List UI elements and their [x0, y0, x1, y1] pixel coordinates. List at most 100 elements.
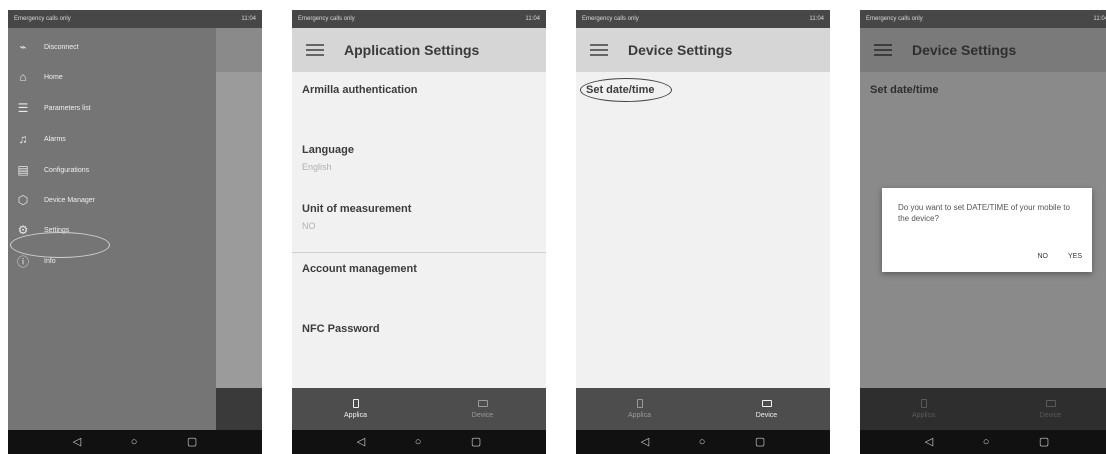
setting-armilla-authentication[interactable]: Armilla authentication: [302, 84, 536, 96]
drawer-item-label: Device Manager: [44, 196, 95, 204]
status-bar: Emergency calls only 11:04: [860, 10, 1106, 28]
no-button[interactable]: NO: [1037, 253, 1048, 260]
divider: [292, 252, 546, 253]
page-title: Device Settings: [912, 42, 1017, 58]
setting-value: NO: [302, 221, 316, 231]
bottom-tab-bar: Applica Device: [292, 388, 546, 430]
dialog-actions: NO YES: [1037, 253, 1082, 260]
device-icon: [761, 399, 772, 407]
setting-nfc-password[interactable]: NFC Password: [302, 323, 536, 335]
back-icon[interactable]: ◁: [73, 436, 81, 448]
menu-icon[interactable]: [306, 44, 324, 56]
list-icon: ☰: [17, 101, 29, 115]
info-icon: ⓘ: [16, 254, 29, 269]
page-title: Device Settings: [628, 42, 733, 58]
drawer-item-label: Disconnect: [44, 43, 79, 51]
yes-button[interactable]: YES: [1068, 253, 1082, 260]
system-nav-bar: ◁ ○ ▢: [576, 430, 830, 454]
setting-label: Account management: [302, 263, 417, 275]
tab-label: Applica: [344, 412, 367, 419]
drawer-item-parameters-list[interactable]: ☰ Parameters list: [16, 101, 91, 115]
app-bar: Application Settings: [292, 28, 546, 72]
status-carrier: Emergency calls only: [582, 16, 639, 22]
recent-apps-icon[interactable]: ▢: [755, 436, 765, 448]
drawer-item-configurations[interactable]: ▤ Configurations: [16, 163, 89, 177]
tab-label: Applica: [912, 412, 935, 419]
drawer-item-label: Home: [44, 73, 63, 81]
phone-icon: [636, 399, 643, 408]
system-nav-bar: ◁ ○ ▢: [860, 430, 1106, 454]
status-carrier: Emergency calls only: [866, 16, 923, 22]
app-bar: Device Settings: [576, 28, 830, 72]
status-bar: Emergency calls only 11:04: [8, 10, 262, 28]
bell-icon: ♫: [18, 132, 28, 146]
clipboard-icon: ▤: [17, 163, 29, 177]
recent-apps-icon[interactable]: ▢: [187, 436, 197, 448]
bottom-tab-bar: Applica Device: [576, 388, 830, 430]
drawer-item-label: Info: [44, 257, 56, 265]
setting-unit-of-measurement[interactable]: Unit of measurement NO: [302, 203, 536, 231]
status-time: 11:04: [241, 16, 256, 22]
bottom-tab-bar: Applica Device: [860, 388, 1106, 430]
drawer-item-label: Configurations: [44, 166, 90, 174]
setting-value: English: [302, 162, 332, 172]
system-nav-bar: ◁ ○ ▢: [292, 430, 546, 454]
drawer-item-device-manager[interactable]: ⬡ Device Manager: [16, 193, 95, 207]
tab-applica[interactable]: Applica: [576, 388, 703, 430]
drawer-item-label: Alarms: [44, 135, 66, 143]
drawer-item-disconnect[interactable]: ⌁ Disconnect: [16, 40, 79, 54]
menu-icon: [874, 44, 892, 56]
drawer-scrim[interactable]: [216, 28, 262, 430]
phone-icon: [352, 399, 359, 408]
app-bar: Device Settings: [860, 28, 1106, 72]
phone-screen-menu: Emergency calls only 11:04 ⌁ Disconnect …: [8, 10, 262, 454]
back-icon[interactable]: ◁: [357, 436, 365, 448]
highlight-ellipse: [580, 78, 672, 102]
home-circle-icon[interactable]: ○: [699, 436, 706, 448]
tab-label: Applica: [628, 412, 651, 419]
status-carrier: Emergency calls only: [14, 16, 71, 22]
scrim-appbar: [216, 28, 262, 72]
dialog-message: Do you want to set DATE/TIME of your mob…: [898, 203, 1070, 223]
phone-screen-application-settings: Emergency calls only 11:04 Application S…: [292, 10, 546, 454]
setting-label: NFC Password: [302, 323, 380, 335]
recent-apps-icon[interactable]: ▢: [471, 436, 481, 448]
setting-set-date-time: Set date/time: [870, 84, 1104, 96]
system-nav-bar: ◁ ○ ▢: [8, 430, 262, 454]
home-circle-icon[interactable]: ○: [131, 436, 138, 448]
tab-device[interactable]: Device: [419, 388, 546, 430]
status-bar: Emergency calls only 11:04: [292, 10, 546, 28]
settings-list: Armilla authentication Language English …: [292, 72, 546, 388]
setting-label: Set date/time: [870, 84, 939, 96]
status-time: 11:04: [1093, 16, 1106, 22]
drawer-item-home[interactable]: ⌂ Home: [16, 70, 63, 84]
phone-screen-device-settings-dialog: Emergency calls only 11:04 Device Settin…: [860, 10, 1106, 454]
drawer-item-alarms[interactable]: ♫ Alarms: [16, 132, 66, 146]
tab-applica[interactable]: Applica: [292, 388, 419, 430]
tab-label: Device: [471, 411, 494, 419]
drawer-item-label: Parameters list: [44, 104, 91, 112]
home-circle-icon[interactable]: ○: [415, 436, 422, 448]
tab-label: Device: [755, 411, 778, 419]
setting-account-management[interactable]: Account management: [302, 263, 536, 275]
status-bar: Emergency calls only 11:04: [576, 10, 830, 28]
home-circle-icon[interactable]: ○: [983, 436, 990, 448]
setting-language[interactable]: Language English: [302, 144, 536, 172]
menu-icon[interactable]: [590, 44, 608, 56]
navigation-drawer: ⌁ Disconnect ⌂ Home ☰ Parameters list ♫ …: [8, 28, 216, 430]
recent-apps-icon[interactable]: ▢: [1039, 436, 1049, 448]
back-icon[interactable]: ◁: [925, 436, 933, 448]
status-carrier: Emergency calls only: [298, 16, 355, 22]
tab-device[interactable]: Device: [703, 388, 830, 430]
setting-label: Armilla authentication: [302, 84, 418, 96]
setting-label: Language: [302, 144, 354, 156]
status-time: 11:04: [809, 16, 824, 22]
scrim-tabbar: [216, 388, 262, 430]
highlight-ellipse: [10, 232, 110, 258]
back-icon[interactable]: ◁: [641, 436, 649, 448]
setting-label: Unit of measurement: [302, 203, 412, 215]
status-time: 11:04: [525, 16, 540, 22]
tab-applica: Applica: [860, 388, 987, 430]
phone-icon: [920, 399, 927, 408]
device-icon: [1045, 399, 1056, 407]
